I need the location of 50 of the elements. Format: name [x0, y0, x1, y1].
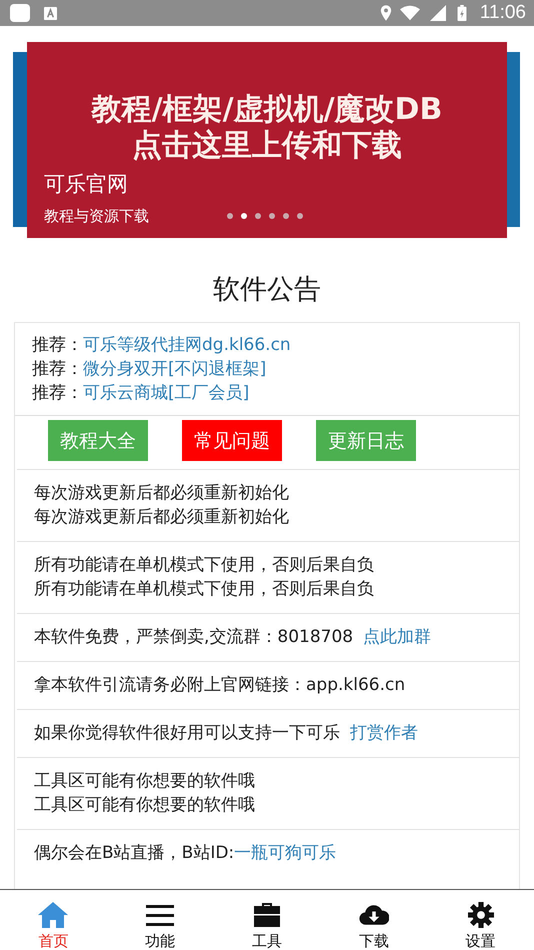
banner-title: 可乐官网 — [44, 171, 129, 198]
nav-tab[interactable]: 工具 — [214, 890, 320, 950]
notice-text: 所有功能请在单机模式下使用，否则后果自负 — [34, 555, 374, 575]
recommend-link[interactable]: 微分身双开[不闪退框架] — [83, 359, 266, 379]
nav-tab[interactable]: 首页 — [0, 890, 107, 950]
banner-headline: 点击这里上传和下载 — [132, 128, 402, 164]
recommend-label: 推荐： — [32, 359, 83, 379]
signal-icon — [428, 5, 448, 21]
notice-link[interactable]: 点此加群 — [363, 627, 432, 647]
notice-text: 拿本软件引流请务必附上官网链接：app.kl66.cn — [34, 675, 406, 695]
notice-text: 工具区可能有你想要的软件哦 — [34, 771, 255, 791]
nav-tab[interactable]: 功能 — [106, 890, 214, 950]
section-title: 软件公告 — [212, 273, 322, 307]
notice-text: 每次游戏更新后都必须重新初始化 — [34, 507, 289, 527]
notice-text: 所有功能请在单机模式下使用，否则后果自负 — [34, 579, 374, 599]
page-dot[interactable] — [297, 213, 303, 219]
recommend-label: 推荐： — [32, 383, 83, 403]
page-dot[interactable] — [269, 213, 275, 219]
page-dot[interactable] — [241, 213, 247, 219]
wifi-icon — [400, 5, 420, 21]
page-dot[interactable] — [227, 213, 233, 219]
action-button[interactable]: 常见问题 — [182, 420, 282, 461]
notification-icon — [44, 6, 57, 20]
notice-text: 本软件免费，严禁倒卖,交流群：8018708 — [34, 627, 354, 647]
home-icon — [38, 902, 68, 928]
page-dot[interactable] — [283, 213, 289, 219]
notice-link[interactable]: 一瓶可狗可乐 — [234, 843, 336, 863]
clock: 11:06 — [480, 2, 526, 24]
action-button[interactable]: 教程大全 — [48, 420, 148, 461]
app-icon — [10, 4, 30, 22]
menu-icon — [145, 902, 176, 928]
nav-tab[interactable]: 下载 — [320, 890, 428, 950]
page-dot[interactable] — [255, 213, 261, 219]
notice-text: 工具区可能有你想要的软件哦 — [34, 795, 255, 815]
settings-icon — [466, 902, 496, 928]
recommend-link[interactable]: 可乐云商城[工厂会员] — [83, 383, 250, 403]
nav-tab[interactable]: 设置 — [427, 890, 534, 950]
action-button[interactable]: 更新日志 — [316, 420, 416, 461]
notice-link[interactable]: 打赏作者 — [350, 723, 418, 743]
briefcase-icon — [252, 902, 282, 928]
banner-subtitle: 教程与资源下载 — [44, 207, 149, 226]
recommend-link[interactable]: 可乐等级代挂网dg.kl66.cn — [83, 335, 291, 355]
banner[interactable]: 教程/框架/虚拟机/魔改DB 点击这里上传和下载 可乐官网 教程与资源下载 — [27, 42, 507, 238]
battery-icon — [456, 5, 468, 21]
banner-headline: 教程/框架/虚拟机/魔改DB — [92, 92, 442, 128]
recommend-label: 推荐： — [32, 335, 83, 355]
notice-text: 如果你觉得软件很好用可以支持一下可乐 — [34, 723, 340, 743]
notice-text: 偶尔会在B站直播，B站ID: — [34, 843, 234, 863]
location-icon — [380, 5, 392, 21]
notice-text: 每次游戏更新后都必须重新初始化 — [34, 483, 289, 503]
